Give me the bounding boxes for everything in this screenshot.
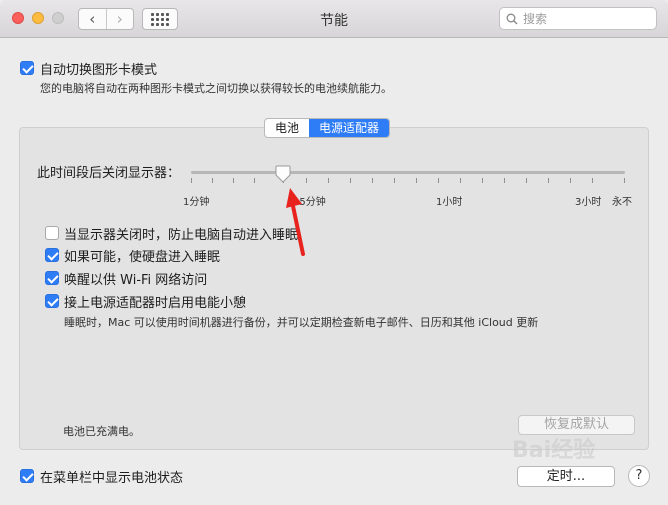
search-icon xyxy=(506,13,518,24)
title-bar: ‹ › 节能 搜索 xyxy=(0,0,668,38)
slider-tick xyxy=(624,178,625,183)
slider-tick xyxy=(504,178,505,183)
tab-battery[interactable]: 电池 xyxy=(265,119,309,137)
tick-label-1-hour: 1小时 xyxy=(436,197,463,208)
search-placeholder: 搜索 xyxy=(523,12,548,26)
slider-tick xyxy=(482,178,483,183)
disk-sleep-checkbox[interactable] xyxy=(45,248,59,262)
auto-graphics-description: 您的电脑将自动在两种图形卡模式之间切换以获得较长的电池续航能力。 xyxy=(40,82,392,95)
auto-graphics-checkbox[interactable] xyxy=(20,61,34,75)
annotation-arrow-icon xyxy=(286,188,305,256)
slider-tick xyxy=(306,178,307,183)
slider-tick xyxy=(191,178,192,183)
auto-graphics-label: 自动切换图形卡模式 xyxy=(40,63,158,78)
slider-tick xyxy=(460,178,461,183)
slider-tick xyxy=(350,178,351,183)
wake-for-network-label: 唤醒以供 Wi-Fi 网络访问 xyxy=(64,273,208,288)
tick-label-3-hours: 3小时 xyxy=(575,197,602,208)
power-nap-label: 接上电源适配器时启用电能小憩 xyxy=(64,296,247,311)
display-sleep-label: 此时间段后关闭显示器： xyxy=(37,166,181,181)
slider-tick xyxy=(328,178,329,183)
search-field[interactable]: 搜索 xyxy=(499,7,657,30)
power-source-tabs: 电池 电源适配器 xyxy=(264,118,391,138)
tab-power-adapter[interactable]: 电源适配器 xyxy=(309,119,390,137)
wake-for-network-checkbox[interactable] xyxy=(45,271,59,285)
slider-tick xyxy=(212,178,213,183)
tick-label-never: 永不 xyxy=(612,197,632,208)
show-battery-menu-label: 在菜单栏中显示电池状态 xyxy=(40,471,184,486)
slider-tick xyxy=(372,178,373,183)
slider-tick xyxy=(570,178,571,183)
display-sleep-slider[interactable] xyxy=(191,171,625,174)
slider-tick xyxy=(526,178,527,183)
slider-tick xyxy=(394,178,395,183)
energy-saver-window: ‹ › 节能 搜索 自动切换图形卡模式 您的电脑将自动在两种图形卡模式之间切换以… xyxy=(0,0,668,505)
schedule-button[interactable]: 定时... xyxy=(517,466,615,487)
slider-tick xyxy=(254,178,255,183)
slider-tick xyxy=(438,178,439,183)
slider-tick xyxy=(592,178,593,183)
slider-thumb[interactable] xyxy=(275,165,291,183)
disk-sleep-label: 如果可能，使硬盘进入睡眠 xyxy=(64,250,221,265)
slider-tick xyxy=(233,178,234,183)
tick-label-1-minute: 1分钟 xyxy=(183,197,210,208)
prevent-sleep-checkbox[interactable] xyxy=(45,226,59,240)
battery-status: 电池已充满电。 xyxy=(63,425,140,438)
power-nap-description: 睡眠时，Mac 可以使用时间机器进行备份，并可以定期检查新电子邮件、日历和其他 … xyxy=(64,316,539,329)
slider-tick xyxy=(416,178,417,183)
power-nap-checkbox[interactable] xyxy=(45,294,59,308)
prevent-sleep-label: 当显示器关闭时，防止电脑自动进入睡眠 xyxy=(64,228,299,243)
slider-tick xyxy=(548,178,549,183)
help-button[interactable]: ? xyxy=(628,465,650,487)
show-battery-menu-checkbox[interactable] xyxy=(20,469,34,483)
